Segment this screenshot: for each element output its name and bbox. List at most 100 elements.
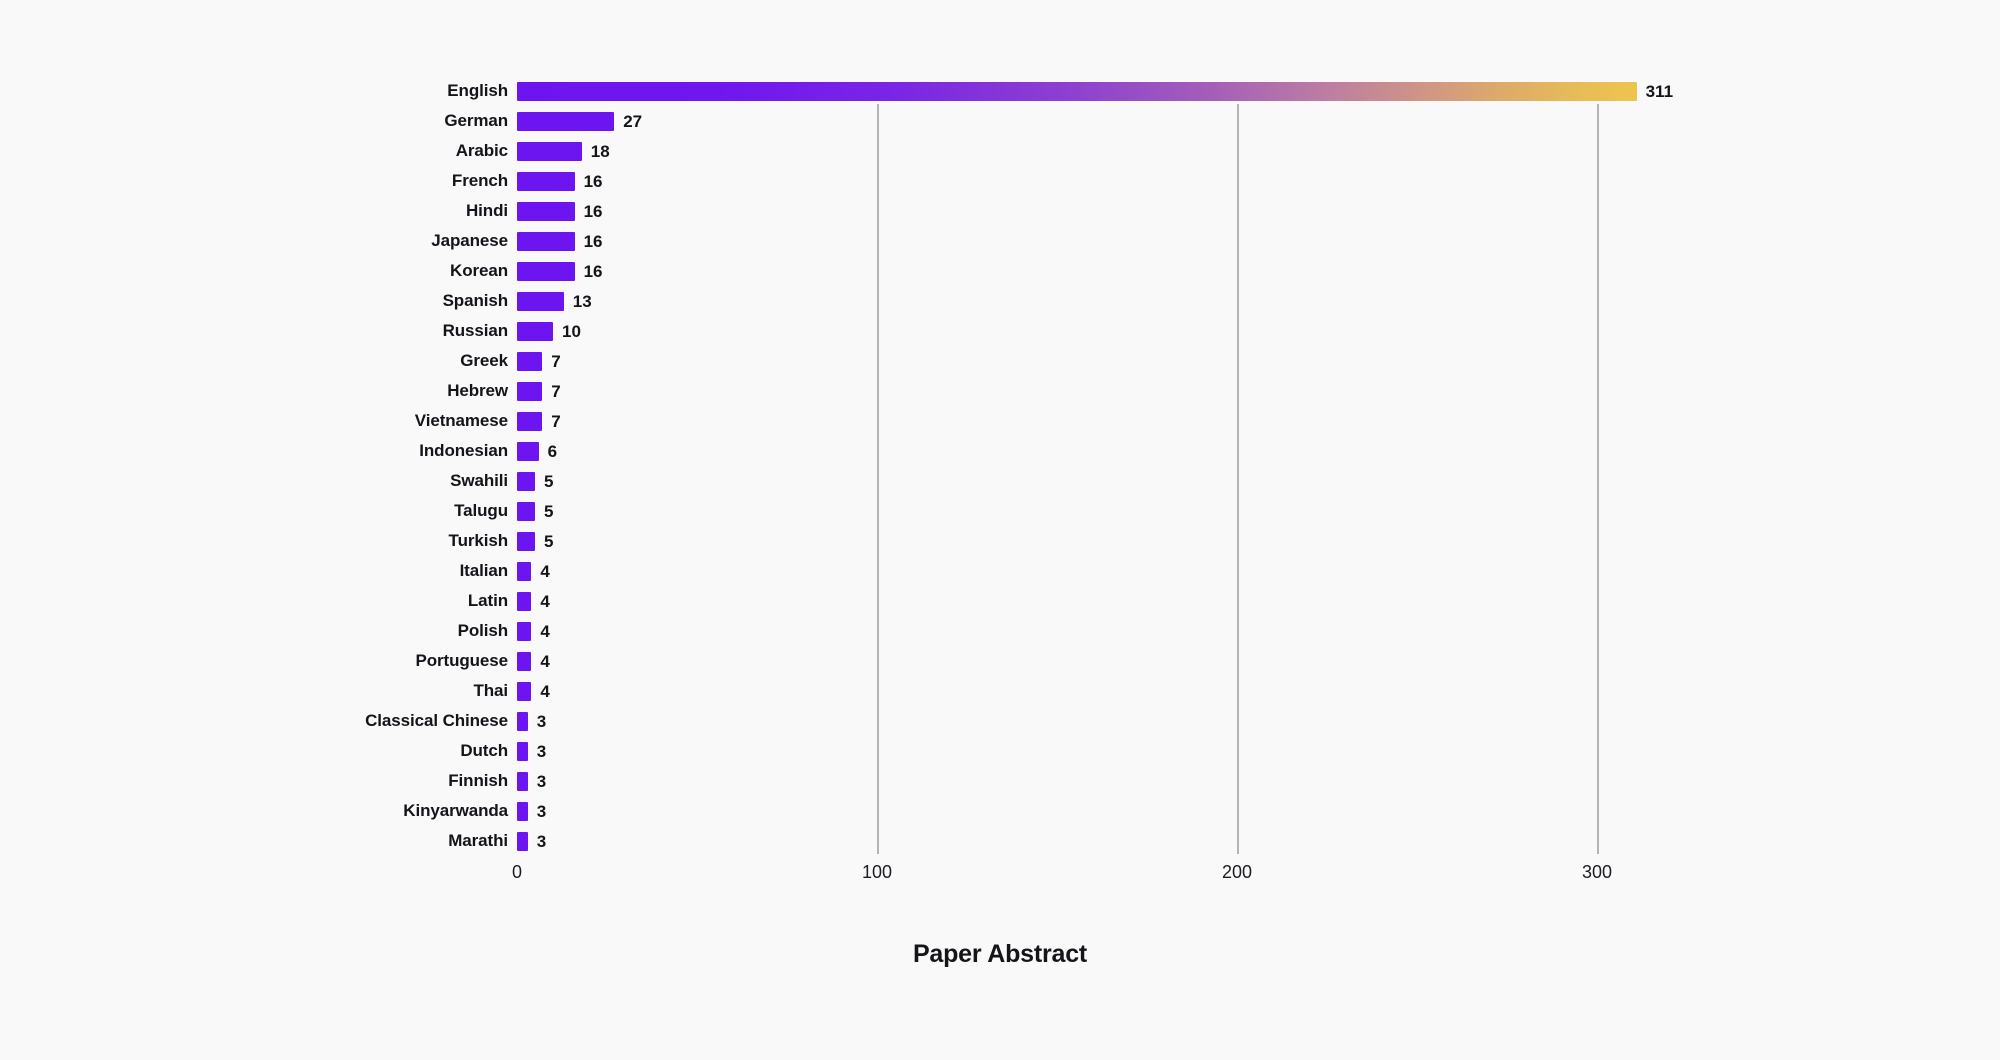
bar-value-label: 4 [540,561,550,581]
bar[interactable] [517,711,528,731]
bar[interactable] [517,411,543,431]
bar-value-label: 3 [536,831,547,851]
bar-value-label: 3 [536,801,547,821]
bar-container: 4 [517,676,550,706]
bar-container: 4 [517,646,550,676]
bar[interactable] [517,231,575,251]
bar-value-label: 7 [551,411,561,431]
category-label: Korean [450,261,508,280]
bar[interactable] [517,171,575,191]
bar[interactable] [517,681,532,701]
bar-value-label: 6 [547,441,558,461]
bar-container: 16 [517,166,603,196]
category-label: Hindi [466,201,508,220]
bar-value-label: 16 [583,231,603,251]
bar-value-label: 5 [544,501,554,521]
bar-value-label: 4 [540,591,550,611]
bar-value-label: 3 [536,711,547,731]
category-label: Portuguese [415,651,508,670]
bar-row: Finnish 3 [0,766,2000,796]
bar-row: Dutch 3 [0,736,2000,766]
bar-value-label: 4 [540,681,550,701]
bar[interactable] [517,561,532,581]
bar-row: Kinyarwanda 3 [0,796,2000,826]
category-label: Spanish [442,291,509,310]
category-label: Swahili [450,471,508,490]
bar-value-label: 16 [583,261,603,281]
bar-value-label: 18 [590,141,610,161]
bar-row: Indonesian 6 [0,436,2000,466]
category-label: Latin [467,591,508,610]
bar-row: English 311 [0,76,2000,106]
bar-row: Marathi 3 [0,826,2000,856]
bar-container: 18 [517,136,610,166]
bar-row: Polish 4 [0,616,2000,646]
bar[interactable] [517,621,532,641]
bar-value-label: 7 [551,381,561,401]
category-label: Thai [473,681,508,700]
bar-row: Classical Chinese 3 [0,706,2000,736]
bar-container: 4 [517,586,550,616]
category-label: Dutch [460,741,508,760]
bar[interactable] [517,741,528,761]
bar-value-label: 27 [623,111,643,131]
bar[interactable] [517,141,582,161]
bar-value-label: 4 [540,621,550,641]
bar[interactable] [517,441,539,461]
bar-value-label: 16 [583,201,603,221]
category-label: Russian [442,321,509,340]
category-label: Arabic [455,141,508,160]
bar[interactable] [517,351,543,371]
bar-container: 6 [517,436,557,466]
x-tick-label: 0 [511,862,523,882]
bar[interactable] [517,801,528,821]
bar[interactable] [517,321,553,341]
bar[interactable] [517,531,535,551]
category-label: Greek [460,351,508,370]
bar-container: 3 [517,706,546,736]
bar-container: 5 [517,466,553,496]
bar[interactable] [517,501,535,521]
bar-row: Hebrew 7 [0,376,2000,406]
bar-container: 7 [517,346,561,376]
bar-container: 16 [517,196,603,226]
bar-row: Swahili 5 [0,466,2000,496]
bar[interactable] [517,291,564,311]
bar-container: 7 [517,376,561,406]
bar-row: Vietnamese 7 [0,406,2000,436]
bar-value-label: 5 [544,471,554,491]
bar[interactable] [517,831,528,851]
bar-row: Arabic 18 [0,136,2000,166]
bar-chart: English 311 German 27 Arabic 18 French 16 Hindi 1… [0,0,2000,1060]
bar[interactable] [517,591,532,611]
bar-container: 3 [517,766,546,796]
category-label: Kinyarwanda [403,801,508,820]
category-label: Vietnamese [414,411,508,430]
bar[interactable] [517,81,1637,101]
bar-container: 4 [517,616,550,646]
bar-container: 3 [517,736,546,766]
bar-container: 5 [517,496,553,526]
bar[interactable] [517,651,532,671]
bar[interactable] [517,471,535,491]
bar[interactable] [517,111,615,131]
category-label: French [451,171,508,190]
bar-row: Italian 4 [0,556,2000,586]
bar-row: Thai 4 [0,676,2000,706]
bar-row: Talugu 5 [0,496,2000,526]
category-label: Polish [457,621,509,640]
x-tick-label: 200 [1221,862,1253,882]
bar-value-label: 4 [540,651,550,671]
bar[interactable] [517,261,575,281]
bar-value-label: 311 [1645,81,1674,101]
bar[interactable] [517,771,528,791]
bar[interactable] [517,201,575,221]
x-tick-label: 300 [1581,862,1613,882]
category-label: Italian [459,561,509,580]
bar[interactable] [517,381,543,401]
bar-container: 5 [517,526,553,556]
bar-row: German 27 [0,106,2000,136]
bar-row: French 16 [0,166,2000,196]
category-label: Japanese [431,231,508,250]
bar-container: 10 [517,316,581,346]
